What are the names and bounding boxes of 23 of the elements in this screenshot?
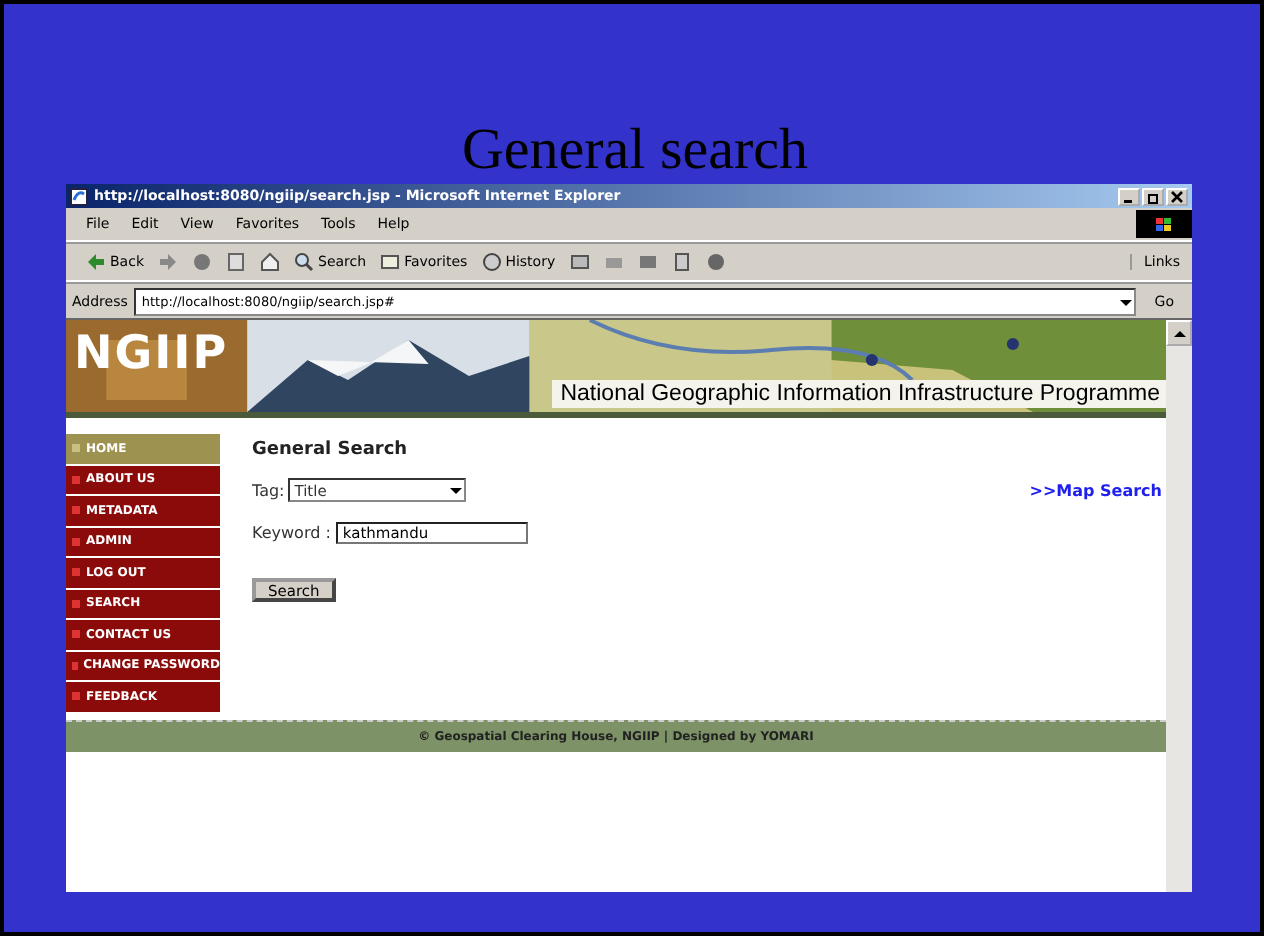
close-button[interactable] (1166, 187, 1188, 205)
site-logo: NGIIP (74, 332, 229, 378)
page-icon (70, 187, 88, 205)
mail-button[interactable] (565, 252, 594, 272)
restore-icon (1146, 189, 1160, 203)
arrow-icon (86, 252, 106, 272)
refresh-button[interactable] (222, 252, 250, 272)
search-icon (294, 252, 314, 272)
slide-title: General search (461, 122, 809, 180)
dropdown-arrow-icon[interactable] (448, 482, 465, 498)
tag-label: Tag: (252, 481, 285, 499)
scroll-up-icon[interactable] (1173, 327, 1185, 339)
form-heading: General Search (252, 440, 408, 460)
map-search-link[interactable]: >>Map Search (1029, 481, 1162, 499)
restore-button[interactable] (1142, 187, 1164, 205)
minimize-button[interactable] (1118, 187, 1140, 205)
home-button[interactable] (256, 252, 284, 272)
scrollbar[interactable] (1166, 320, 1192, 892)
close-icon (1170, 189, 1184, 203)
site-tagline: National Geographic Information Infrastructure Programme (552, 380, 1166, 408)
stop-button[interactable] (188, 252, 216, 272)
windows-logo-icon (1136, 210, 1192, 238)
keyword-label: Keyword : (252, 524, 331, 542)
